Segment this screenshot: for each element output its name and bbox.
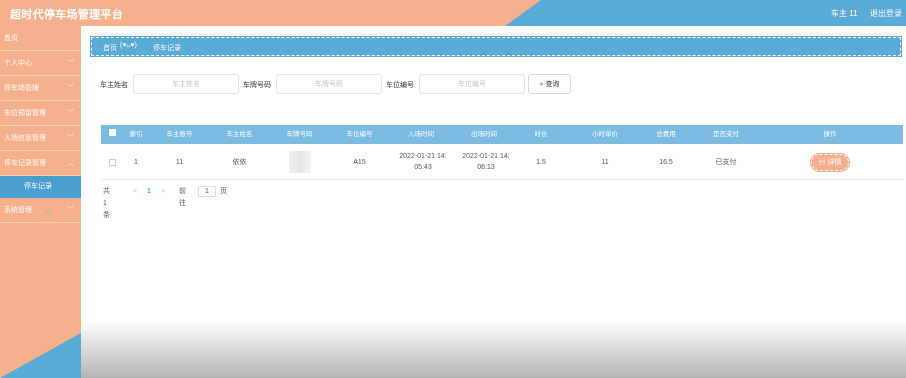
chevron-down-icon: ﹀: [67, 135, 74, 142]
chevron-down-icon: ﹀: [67, 60, 74, 67]
select-all-checkbox[interactable]: [105, 125, 119, 144]
total-count: 共 1 条: [103, 188, 110, 219]
cell-plate-image: [277, 144, 322, 180]
sidebar-item-label: 入场信息管理: [4, 135, 46, 142]
breadcrumb-separator: (♥ᴗ♥): [120, 42, 137, 49]
mouse-cursor-icon: ☝: [44, 208, 51, 220]
column-header: 时长: [534, 131, 548, 138]
detail-button[interactable]: ▤ 详情: [810, 152, 850, 172]
column-header: 操作: [823, 131, 837, 138]
column-header: 是否支付: [713, 131, 739, 138]
column-header: 出场时间: [471, 131, 497, 138]
search-icon: ⌕: [539, 81, 544, 88]
sidebar-subitem-parking-record[interactable]: 停车记录: [0, 176, 81, 198]
column-header: 车牌号码: [286, 131, 313, 138]
app-title: 超时代停车场管理平台: [10, 9, 123, 21]
cell-actions: ▤ 详情: [807, 144, 853, 180]
cell-total-fee: 16.5: [659, 158, 673, 166]
goto-page-input[interactable]: 1: [198, 186, 216, 197]
column-header: 车位编号: [346, 131, 373, 138]
sidebar-item-label: 个人中心: [4, 60, 32, 67]
sidebar-item-profile[interactable]: 个人中心 ﹀: [0, 51, 81, 76]
sidebar-item-entry-info[interactable]: 入场信息管理 ﹀: [0, 126, 81, 151]
logout-link[interactable]: 退出登录: [870, 8, 902, 19]
column-header: 小时单价: [592, 131, 618, 138]
sidebar-item-home[interactable]: 首页: [0, 26, 81, 51]
row-checkbox[interactable]: [105, 144, 119, 180]
next-page-button[interactable]: >: [161, 186, 165, 198]
main-content: 首页 (♥ᴗ♥) 停车记录 车主姓名 车牌号码 车位编号 ⌕ 查询 索引 车主账…: [81, 26, 906, 378]
column-header: 车主账号: [166, 131, 193, 138]
table-header: 索引 车主账号 车主姓名 车牌号码 车位编号 入场时间 出场时间 时长 小时单价…: [101, 125, 903, 144]
sidebar-accent: [0, 333, 81, 378]
breadcrumb-home[interactable]: 首页: [103, 43, 117, 53]
cell-account: 11: [175, 158, 184, 166]
sidebar-item-label: 停车场管理: [4, 85, 39, 92]
sidebar-item-parking-lot[interactable]: 停车场管理 ﹀: [0, 76, 81, 101]
sidebar-item-label: 停车记录管理: [4, 160, 46, 167]
cell-duration: 1.5: [536, 158, 546, 166]
prev-page-button[interactable]: <: [133, 186, 137, 198]
sidebar-item-label: 系统管理: [4, 207, 32, 214]
cell-space: A15: [353, 158, 366, 166]
column-header: 车主姓名: [226, 131, 253, 138]
plate-number-input[interactable]: [276, 74, 382, 94]
chevron-up-icon: ︿: [67, 160, 74, 167]
column-header: 索引: [129, 131, 143, 138]
sidebar-item-system[interactable]: 系统管理 ﹀: [0, 198, 81, 223]
column-header: 入场时间: [408, 131, 434, 138]
plate-number-label: 车牌号码: [243, 82, 271, 89]
space-number-label: 车位编号: [386, 82, 414, 89]
chevron-down-icon: ﹀: [67, 110, 74, 117]
cell-paid-status: 已支付: [715, 158, 737, 166]
cell-hourly-rate: 11: [601, 158, 609, 166]
sidebar-item-reservation[interactable]: 车位预留管理 ﹀: [0, 101, 81, 126]
search-bar: 车主姓名 车牌号码 车位编号 ⌕ 查询: [81, 74, 906, 96]
document-icon: ▤: [818, 158, 826, 166]
cell-owner-name: 依依: [232, 158, 247, 166]
sidebar-item-parking-records[interactable]: 停车记录管理 ︿: [0, 151, 81, 176]
sidebar-item-label: 首页: [4, 35, 18, 42]
goto-label: 前往: [179, 188, 186, 207]
breadcrumb-current: 停车记录: [153, 45, 181, 52]
sidebar: 首页 个人中心 ﹀ 停车场管理 ﹀ 车位预留管理 ﹀ 入场信息管理 ﹀ 停车记录管理 ︿ …: [0, 26, 81, 378]
space-number-input[interactable]: [419, 74, 525, 94]
cell-entry-time: 2022-01-21 14: 05:43: [399, 153, 447, 171]
search-button[interactable]: ⌕ 查询: [528, 74, 571, 94]
breadcrumb: 首页 (♥ᴗ♥) 停车记录: [90, 36, 902, 57]
sidebar-item-label: 车位预留管理: [4, 110, 46, 117]
records-table: 索引 车主账号 车主姓名 车牌号码 车位编号 入场时间 出场时间 时长 小时单价…: [101, 125, 903, 180]
current-user: 车主 11: [831, 9, 858, 18]
search-button-label: 查询: [545, 81, 560, 88]
cell-index: 1: [134, 158, 138, 166]
top-header: 超时代停车场管理平台 车主 11 退出登录: [0, 0, 906, 26]
owner-name-input[interactable]: [133, 74, 239, 94]
table-row: 1 11 依依 A15 2022-01-21 14: 05:43 2022-01-…: [101, 144, 903, 180]
chevron-down-icon: ﹀: [67, 207, 74, 214]
page-number-current[interactable]: 1: [147, 186, 151, 198]
chevron-down-icon: ﹀: [67, 85, 74, 92]
column-header: 总费用: [656, 131, 676, 138]
cell-exit-time: 2022-01-21 14: 06:13: [462, 153, 510, 171]
page-unit-label: 页: [220, 188, 227, 195]
owner-name-label: 车主姓名: [100, 82, 128, 89]
